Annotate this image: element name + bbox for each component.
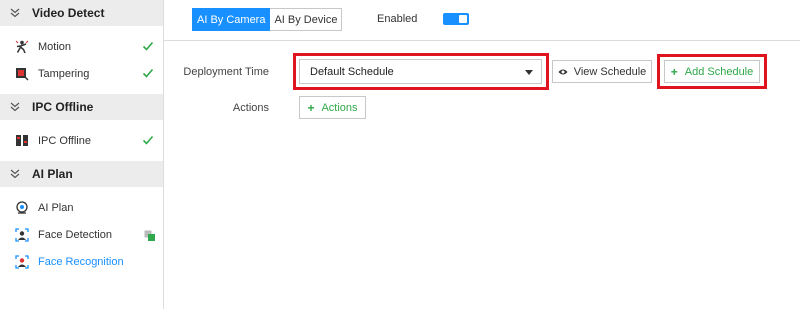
plus-icon: + [307, 100, 315, 115]
sidebar-item-motion[interactable]: Motion [0, 33, 163, 60]
sidebar-item-label: Tampering [38, 67, 90, 80]
main-panel: AI By Camera AI By Device Enabled Deploy… [164, 0, 800, 309]
add-actions-label: Actions [321, 101, 358, 114]
plus-icon: + [670, 64, 678, 79]
ai-plan-icon [15, 200, 29, 215]
section-title: Video Detect [32, 6, 105, 20]
face-detection-icon [15, 227, 29, 242]
tab-ai-by-device[interactable]: AI By Device [270, 8, 343, 31]
eye-icon [558, 69, 568, 74]
view-schedule-button[interactable]: View Schedule [552, 60, 652, 83]
chevron-double-down-icon [8, 102, 22, 112]
chevron-double-down-icon [8, 169, 22, 179]
ipc-offline-icon [15, 134, 29, 148]
sidebar-item-label: Motion [38, 40, 72, 53]
face-recognition-icon [15, 254, 29, 269]
tampering-icon [15, 67, 29, 81]
partial-check-icon [144, 230, 155, 241]
toggle-knob [459, 15, 467, 23]
schedule-select-value: Default Schedule [310, 65, 394, 78]
sidebar-item-face-recognition[interactable]: Face Recognition [0, 248, 163, 275]
section-list-video-detect: Motion Tampering [0, 26, 163, 94]
check-icon [142, 135, 154, 145]
sidebar-item-ipc-offline[interactable]: IPC Offline [0, 127, 163, 154]
section-list-ai-plan: AI Plan Face Detection Face Recognition [0, 187, 163, 282]
section-header-ipc-offline[interactable]: IPC Offline [0, 94, 163, 120]
top-bar: AI By Camera AI By Device Enabled [164, 0, 800, 41]
section-list-ipc-offline: IPC Offline [0, 120, 163, 161]
sidebar-item-ai-plan[interactable]: AI Plan [0, 194, 163, 221]
sidebar-item-label: IPC Offline [38, 134, 91, 147]
add-actions-button[interactable]: + Actions [299, 96, 366, 119]
sidebar: Video Detect Motion Tampering IPC Offlin… [0, 0, 164, 309]
view-schedule-label: View Schedule [573, 65, 647, 78]
check-icon [142, 41, 154, 51]
section-title: AI Plan [32, 167, 73, 181]
check-icon [142, 68, 154, 78]
sidebar-item-label: Face Detection [38, 228, 112, 241]
section-header-video-detect[interactable]: Video Detect [0, 0, 163, 26]
section-title: IPC Offline [32, 100, 94, 114]
sidebar-item-face-detection[interactable]: Face Detection [0, 221, 163, 248]
add-schedule-label: Add Schedule [684, 65, 754, 78]
deployment-time-label: Deployment Time [183, 66, 269, 78]
sidebar-item-label: AI Plan [38, 201, 74, 214]
schedule-select[interactable]: Default Schedule [299, 59, 542, 84]
chevron-double-down-icon [8, 8, 22, 18]
sidebar-item-tampering[interactable]: Tampering [0, 60, 163, 87]
motion-icon [15, 40, 29, 54]
enabled-toggle[interactable] [443, 13, 469, 25]
section-header-ai-plan[interactable]: AI Plan [0, 161, 163, 187]
add-schedule-button[interactable]: + Add Schedule [664, 60, 760, 83]
tab-ai-by-camera[interactable]: AI By Camera [192, 8, 271, 31]
mode-tabs: AI By Camera AI By Device [192, 8, 343, 31]
actions-label: Actions [232, 102, 269, 114]
enabled-label: Enabled [377, 13, 418, 25]
sidebar-item-label: Face Recognition [38, 255, 124, 268]
caret-down-icon [525, 70, 533, 75]
